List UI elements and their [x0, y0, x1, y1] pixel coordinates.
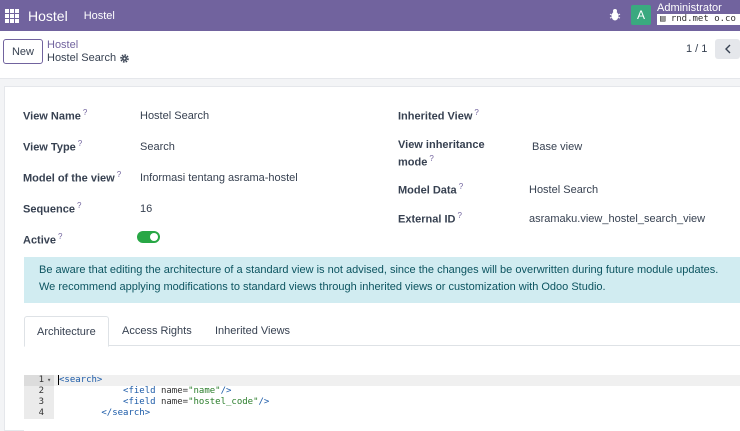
chevron-left-icon	[724, 44, 730, 54]
database-icon: ▤	[660, 14, 666, 24]
new-button[interactable]: New	[3, 39, 43, 64]
user-avatar[interactable]: A	[631, 5, 651, 25]
tab-inherited-views[interactable]: Inherited Views	[203, 316, 302, 346]
help-icon[interactable]: ?	[58, 232, 62, 241]
help-icon[interactable]: ?	[457, 211, 461, 220]
field-label-view-name: View Name?	[23, 108, 88, 123]
field-label-model: Model of the view?	[23, 170, 122, 185]
line-number: 4	[24, 408, 54, 419]
form-sheet: View Name? Hostel Search View Type? Sear…	[4, 86, 740, 431]
field-label-sequence: Sequence?	[23, 201, 82, 216]
gear-icon[interactable]	[119, 53, 130, 64]
code-line[interactable]: 3 <field name="hostel_code"/>	[24, 397, 740, 408]
model-data-value[interactable]: Hostel Search	[529, 184, 598, 196]
help-icon[interactable]: ?	[429, 154, 433, 163]
field-label-inherited-view: Inherited View?	[398, 108, 479, 123]
help-icon[interactable]: ?	[83, 108, 87, 117]
line-number: 2	[24, 386, 54, 397]
user-name[interactable]: Administrator	[657, 2, 722, 14]
help-icon[interactable]: ?	[78, 139, 82, 148]
field-label-inheritance-mode: View inheritance	[398, 139, 485, 151]
external-id-value: asramaku.view_hostel_search_view	[529, 213, 706, 225]
code-line[interactable]: 1 ▾ <search>	[24, 375, 740, 386]
alert-line-1: Be aware that editing the architecture o…	[39, 264, 719, 276]
field-label-view-type: View Type?	[23, 139, 83, 154]
pager-previous-button[interactable]	[715, 39, 740, 59]
tab-access-rights[interactable]: Access Rights	[110, 316, 204, 346]
breadcrumb-parent[interactable]: Hostel	[47, 39, 78, 51]
database-name: ▤ rnd.met o.co	[657, 14, 740, 25]
tab-architecture[interactable]: Architecture	[24, 316, 109, 347]
code-editor[interactable]: 1 ▾ <search> 2 <field name="name"/> 3 <f…	[24, 375, 740, 431]
help-icon[interactable]: ?	[474, 108, 478, 117]
notebook-tabs: Architecture Access Rights Inherited Vie…	[24, 316, 740, 347]
breadcrumb-current: Hostel Search	[47, 52, 117, 64]
view-type-value[interactable]: Search	[140, 141, 175, 153]
warning-alert: Be aware that editing the architecture o…	[24, 257, 740, 303]
view-name-value[interactable]: Hostel Search	[140, 110, 209, 122]
nav-menu-hostel[interactable]: Hostel	[84, 10, 115, 22]
line-number: 3	[24, 397, 54, 408]
help-icon[interactable]: ?	[459, 182, 463, 191]
app-brand[interactable]: Hostel	[28, 8, 68, 24]
help-icon[interactable]: ?	[117, 170, 121, 179]
pager-value[interactable]: 1 / 1	[686, 43, 707, 55]
bug-icon[interactable]	[609, 8, 621, 22]
database-label: rnd.met o.co	[670, 14, 736, 24]
field-label-inheritance-mode-2: mode?	[398, 154, 434, 169]
top-navbar: Hostel Hostel A Administrator ▤ rnd.met …	[0, 0, 740, 31]
field-label-model-data: Model Data?	[398, 182, 464, 197]
inheritance-mode-value[interactable]: Base view	[532, 141, 582, 153]
field-label-active: Active?	[23, 232, 63, 247]
model-value[interactable]: Informasi tentang asrama-hostel	[140, 172, 298, 184]
app-grid-icon[interactable]	[5, 8, 19, 23]
sequence-value[interactable]: 16	[140, 203, 152, 215]
code-line[interactable]: 2 <field name="name"/>	[24, 386, 740, 397]
code-token: <search>	[59, 375, 103, 385]
help-icon[interactable]: ?	[77, 201, 81, 210]
code-line[interactable]: 4 </search>	[24, 408, 740, 419]
fold-arrow-icon[interactable]: ▾	[47, 375, 51, 386]
alert-line-2: We recommend applying modifications to s…	[39, 281, 606, 293]
control-panel: New Hostel Hostel Search 1 / 1	[0, 31, 740, 79]
active-toggle[interactable]	[137, 231, 160, 243]
field-label-external-id: External ID?	[398, 211, 462, 226]
